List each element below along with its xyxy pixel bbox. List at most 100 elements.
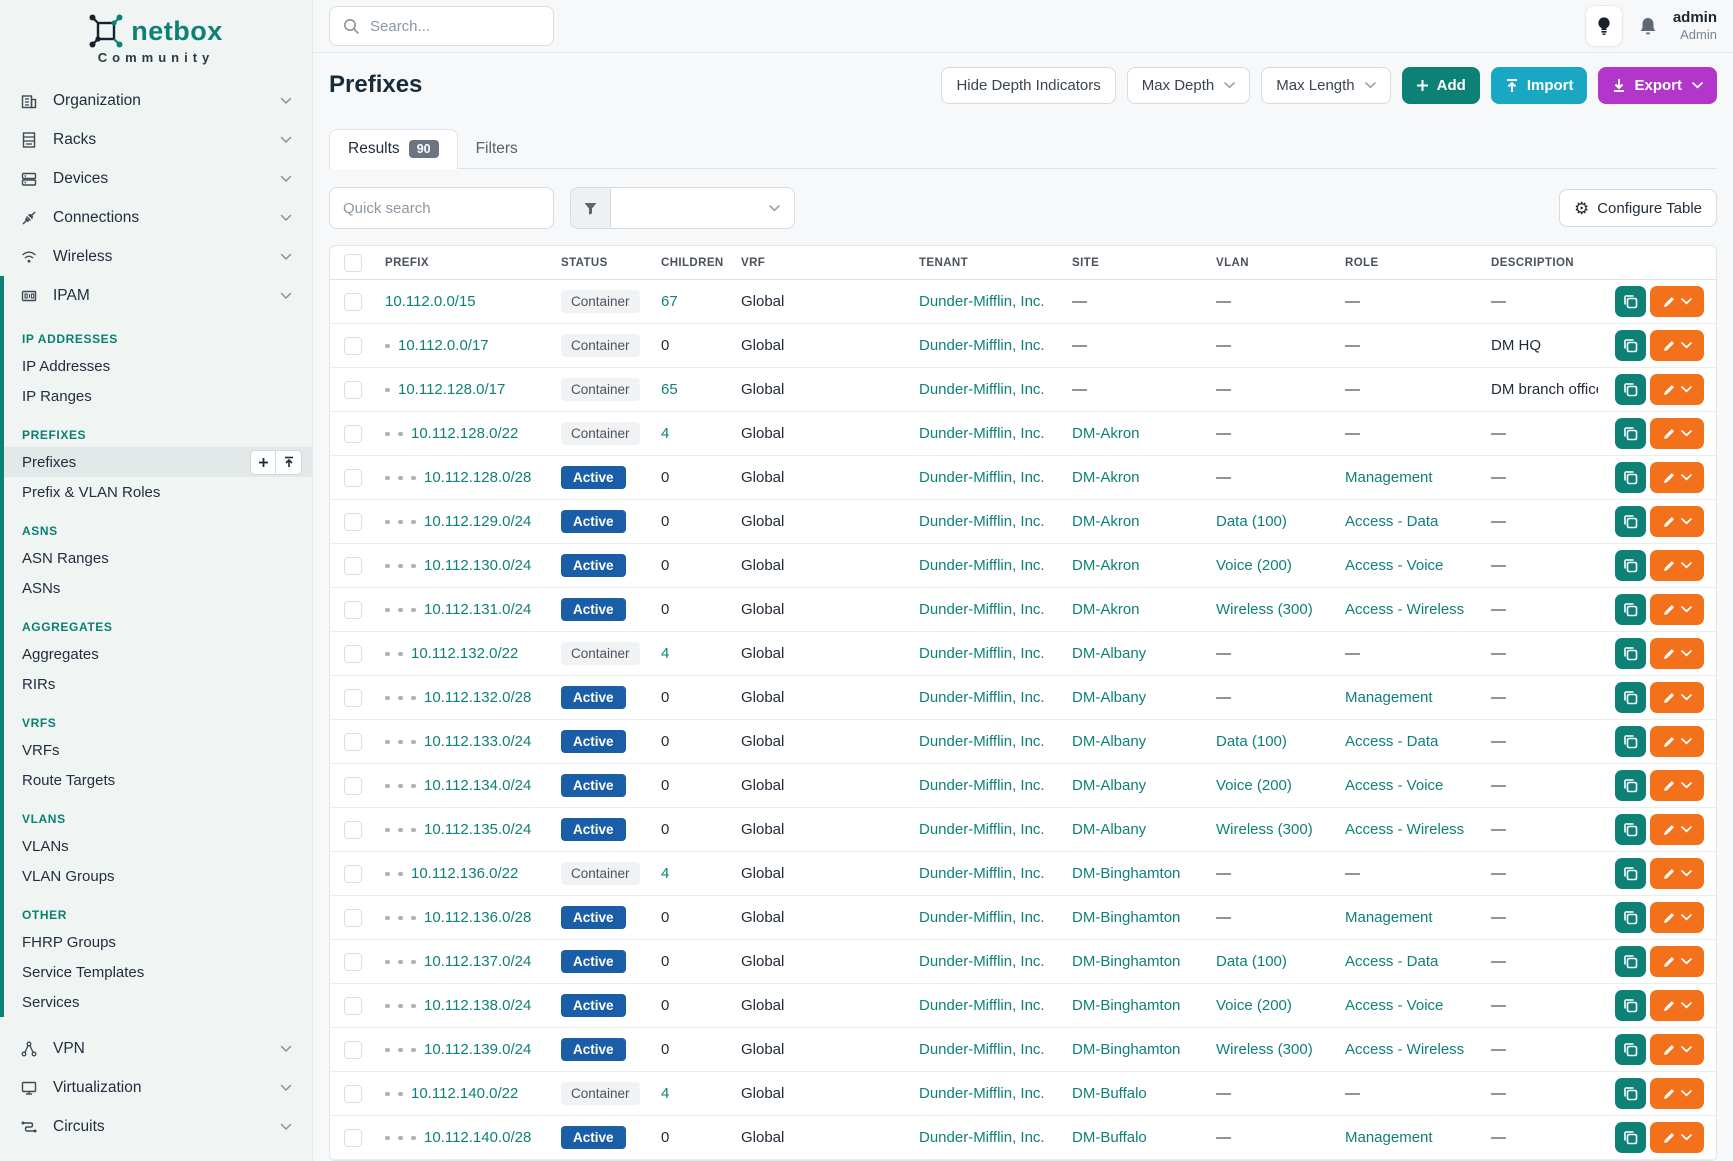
prefix-link[interactable]: 10.112.140.0/28 <box>424 1129 531 1146</box>
vlan-link[interactable]: Voice (200) <box>1216 777 1292 794</box>
site-link[interactable]: DM-Binghamton <box>1072 953 1180 970</box>
brand-logo[interactable]: netbox <box>0 0 312 48</box>
prefix-link[interactable]: 10.112.129.0/24 <box>424 513 531 530</box>
edit-prefix-button[interactable] <box>1650 770 1704 801</box>
prefix-link[interactable]: 10.112.128.0/28 <box>424 469 531 486</box>
prefix-link[interactable]: 10.112.131.0/24 <box>424 601 531 618</box>
sidebar-item-ip-ranges[interactable]: IP Ranges <box>4 381 312 411</box>
user-menu[interactable]: admin Admin <box>1673 9 1717 44</box>
sidebar-item-wireless[interactable]: Wireless <box>0 237 312 276</box>
column-header-site[interactable]: SITE <box>1064 257 1208 269</box>
prefix-link[interactable]: 10.112.139.0/24 <box>424 1041 531 1058</box>
sidebar-item-vpn[interactable]: VPN <box>0 1029 312 1068</box>
row-checkbox[interactable] <box>344 1129 362 1147</box>
tenant-link[interactable]: Dunder-Mifflin, Inc. <box>919 601 1045 618</box>
role-link[interactable]: Access - Wireless <box>1345 1041 1464 1058</box>
edit-prefix-button[interactable] <box>1650 594 1704 625</box>
clone-prefix-button[interactable] <box>1615 858 1646 889</box>
tenant-link[interactable]: Dunder-Mifflin, Inc. <box>919 513 1045 530</box>
tenant-link[interactable]: Dunder-Mifflin, Inc. <box>919 865 1045 882</box>
row-checkbox[interactable] <box>344 293 362 311</box>
edit-prefix-button[interactable] <box>1650 506 1704 537</box>
sidebar-item-service-templates[interactable]: Service Templates <box>4 957 312 987</box>
site-link[interactable]: DM-Binghamton <box>1072 997 1180 1014</box>
role-link[interactable]: Access - Data <box>1345 733 1438 750</box>
edit-prefix-button[interactable] <box>1650 858 1704 889</box>
export-dropdown[interactable]: Export <box>1598 67 1717 104</box>
sidebar-item-route-targets[interactable]: Route Targets <box>4 765 312 795</box>
edit-prefix-button[interactable] <box>1650 418 1704 449</box>
add-button[interactable]: Add <box>1402 67 1480 104</box>
children-count-link[interactable]: 4 <box>661 1085 669 1102</box>
tenant-link[interactable]: Dunder-Mifflin, Inc. <box>919 1085 1045 1102</box>
configure-table-button[interactable]: ⚙ Configure Table <box>1559 189 1717 227</box>
sidebar-item-devices[interactable]: Devices <box>0 159 312 198</box>
prefix-link[interactable]: 10.112.135.0/24 <box>424 821 531 838</box>
tenant-link[interactable]: Dunder-Mifflin, Inc. <box>919 821 1045 838</box>
row-checkbox[interactable] <box>344 645 362 663</box>
edit-prefix-button[interactable] <box>1650 682 1704 713</box>
role-link[interactable]: Access - Voice <box>1345 557 1443 574</box>
sidebar-item-vlans[interactable]: VLANs <box>4 831 312 861</box>
row-checkbox[interactable] <box>344 381 362 399</box>
edit-prefix-button[interactable] <box>1650 330 1704 361</box>
edit-prefix-button[interactable] <box>1650 902 1704 933</box>
tenant-link[interactable]: Dunder-Mifflin, Inc. <box>919 733 1045 750</box>
site-link[interactable]: DM-Buffalo <box>1072 1129 1147 1146</box>
site-link[interactable]: DM-Albany <box>1072 777 1146 794</box>
prefix-link[interactable]: 10.112.136.0/28 <box>424 909 531 926</box>
clone-prefix-button[interactable] <box>1615 550 1646 581</box>
tenant-link[interactable]: Dunder-Mifflin, Inc. <box>919 1041 1045 1058</box>
edit-prefix-button[interactable] <box>1650 1034 1704 1065</box>
edit-prefix-button[interactable] <box>1650 1122 1704 1153</box>
clone-prefix-button[interactable] <box>1615 682 1646 713</box>
site-link[interactable]: DM-Albany <box>1072 821 1146 838</box>
column-header-children[interactable]: CHILDREN <box>653 257 733 269</box>
tab-filters[interactable]: Filters <box>458 130 536 168</box>
clone-prefix-button[interactable] <box>1615 902 1646 933</box>
vlan-link[interactable]: Wireless (300) <box>1216 1041 1313 1058</box>
row-checkbox[interactable] <box>344 821 362 839</box>
row-checkbox[interactable] <box>344 601 362 619</box>
prefix-link[interactable]: 10.112.132.0/28 <box>424 689 531 706</box>
sidebar-item-organization[interactable]: Organization <box>0 81 312 120</box>
tenant-link[interactable]: Dunder-Mifflin, Inc. <box>919 381 1045 398</box>
clone-prefix-button[interactable] <box>1615 330 1646 361</box>
quick-search-input[interactable] <box>329 187 554 229</box>
sidebar-item-racks[interactable]: Racks <box>0 120 312 159</box>
row-checkbox[interactable] <box>344 1085 362 1103</box>
column-header-status[interactable]: STATUS <box>553 257 653 269</box>
row-checkbox[interactable] <box>344 733 362 751</box>
sidebar-item-ipam[interactable]: IPAM <box>4 276 312 315</box>
sidebar-item-ip-addresses[interactable]: IP Addresses <box>4 351 312 381</box>
edit-prefix-button[interactable] <box>1650 462 1704 493</box>
vlan-link[interactable]: Voice (200) <box>1216 557 1292 574</box>
select-all-checkbox[interactable] <box>344 254 362 272</box>
tenant-link[interactable]: Dunder-Mifflin, Inc. <box>919 777 1045 794</box>
add-prefix-quick-button[interactable] <box>250 450 276 475</box>
row-checkbox[interactable] <box>344 865 362 883</box>
sidebar-item-aggregates[interactable]: Aggregates <box>4 639 312 669</box>
role-link[interactable]: Access - Voice <box>1345 997 1443 1014</box>
sidebar-item-prefixes[interactable]: Prefixes <box>4 447 312 477</box>
global-search-input[interactable] <box>370 18 540 35</box>
prefix-link[interactable]: 10.112.0.0/17 <box>398 337 489 354</box>
tab-results[interactable]: Results 90 <box>329 129 458 169</box>
role-link[interactable]: Management <box>1345 469 1433 486</box>
clone-prefix-button[interactable] <box>1615 814 1646 845</box>
edit-prefix-button[interactable] <box>1650 286 1704 317</box>
prefix-link[interactable]: 10.112.137.0/24 <box>424 953 531 970</box>
clone-prefix-button[interactable] <box>1615 462 1646 493</box>
tenant-link[interactable]: Dunder-Mifflin, Inc. <box>919 645 1045 662</box>
clone-prefix-button[interactable] <box>1615 726 1646 757</box>
row-checkbox[interactable] <box>344 689 362 707</box>
column-header-vlan[interactable]: VLAN <box>1208 257 1337 269</box>
sidebar-item-virtualization[interactable]: Virtualization <box>0 1068 312 1107</box>
edit-prefix-button[interactable] <box>1650 814 1704 845</box>
row-checkbox[interactable] <box>344 469 362 487</box>
clone-prefix-button[interactable] <box>1615 418 1646 449</box>
prefix-link[interactable]: 10.112.128.0/17 <box>398 381 505 398</box>
clone-prefix-button[interactable] <box>1615 374 1646 405</box>
row-checkbox[interactable] <box>344 777 362 795</box>
row-checkbox[interactable] <box>344 557 362 575</box>
